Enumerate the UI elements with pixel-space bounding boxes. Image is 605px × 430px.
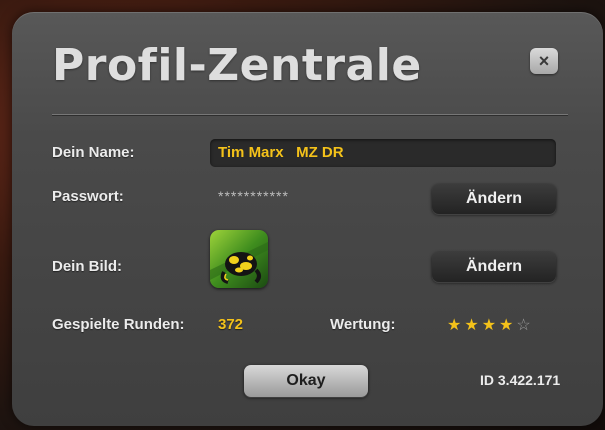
star-filled-icon: ★ — [447, 317, 465, 334]
change-password-button[interactable]: Ändern — [432, 184, 556, 214]
close-icon: × — [538, 51, 550, 71]
title-divider — [52, 114, 568, 115]
avatar — [210, 230, 268, 288]
picture-label: Dein Bild: — [52, 258, 122, 275]
star-filled-icon: ★ — [464, 317, 482, 334]
okay-button[interactable]: Okay — [244, 365, 368, 397]
user-id: ID 3.422.171 — [480, 372, 561, 388]
frog-avatar-icon — [210, 230, 268, 288]
star-filled-icon: ★ — [499, 317, 517, 334]
rounds-label: Gespielte Runden: — [52, 316, 185, 333]
rating-label: Wertung: — [330, 316, 396, 333]
star-empty-icon: ☆ — [516, 317, 534, 334]
rating-stars: ★★★★☆ — [447, 315, 534, 335]
profile-dialog: Profil-Zentrale × Dein Name: Passwort: *… — [12, 12, 603, 426]
name-label: Dein Name: — [52, 144, 135, 161]
change-picture-button[interactable]: Ändern — [432, 252, 556, 282]
close-button[interactable]: × — [530, 48, 558, 74]
name-field[interactable] — [210, 139, 556, 167]
dialog-title: Profil-Zentrale — [52, 40, 422, 91]
star-filled-icon: ★ — [481, 317, 500, 334]
password-value: *********** — [218, 188, 289, 204]
rounds-value: 372 — [218, 316, 244, 333]
password-label: Passwort: — [52, 188, 124, 205]
